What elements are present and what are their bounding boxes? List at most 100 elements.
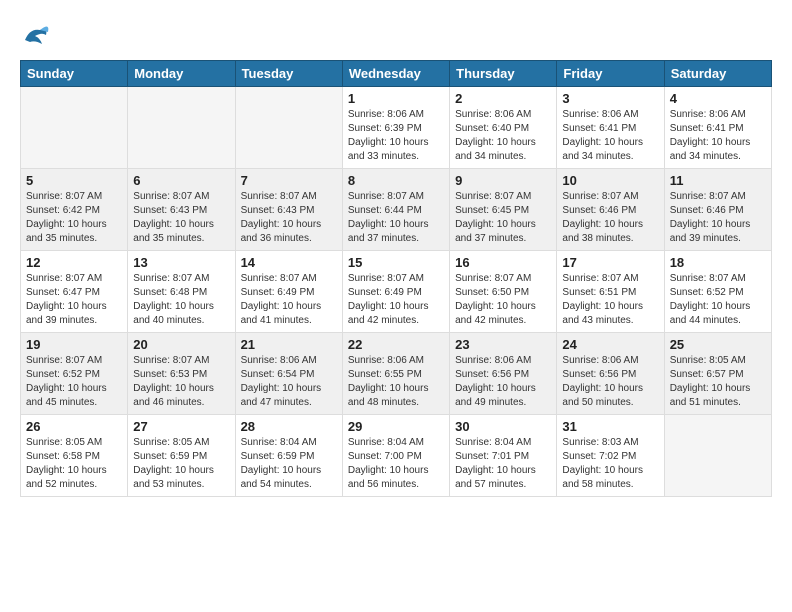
day-info: Sunrise: 8:05 AM Sunset: 6:59 PM Dayligh… (133, 436, 229, 492)
calendar-cell: 30 Sunrise: 8:04 AM Sunset: 7:01 PM Dayli… (450, 415, 557, 497)
calendar-week-4: 19 Sunrise: 8:07 AM Sunset: 6:52 PM Dayli… (21, 333, 772, 415)
day-info: Sunrise: 8:06 AM Sunset: 6:39 PM Dayligh… (348, 108, 444, 164)
calendar-cell: 10 Sunrise: 8:07 AM Sunset: 6:46 PM Dayli… (557, 169, 664, 251)
calendar-cell (664, 415, 771, 497)
day-info: Sunrise: 8:06 AM Sunset: 6:40 PM Dayligh… (455, 108, 551, 164)
day-number: 9 (455, 173, 551, 188)
day-number: 27 (133, 419, 229, 434)
day-info: Sunrise: 8:07 AM Sunset: 6:44 PM Dayligh… (348, 190, 444, 246)
calendar-cell: 23 Sunrise: 8:06 AM Sunset: 6:56 PM Dayli… (450, 333, 557, 415)
day-number: 30 (455, 419, 551, 434)
day-number: 14 (241, 255, 337, 270)
day-number: 25 (670, 337, 766, 352)
calendar-cell: 6Sunrise: 8:07 AM Sunset: 6:43 PM Daylig… (128, 169, 235, 251)
day-number: 31 (562, 419, 658, 434)
day-info: Sunrise: 8:07 AM Sunset: 6:42 PM Dayligh… (26, 190, 122, 246)
calendar-cell: 17Sunrise: 8:07 AM Sunset: 6:51 PM Dayli… (557, 251, 664, 333)
calendar-cell: 2 Sunrise: 8:06 AM Sunset: 6:40 PM Daylig… (450, 87, 557, 169)
day-number: 7 (241, 173, 337, 188)
weekday-header-thursday: Thursday (450, 61, 557, 87)
day-number: 8 (348, 173, 444, 188)
day-number: 28 (241, 419, 337, 434)
calendar-cell: 31Sunrise: 8:03 AM Sunset: 7:02 PM Dayli… (557, 415, 664, 497)
calendar-cell (235, 87, 342, 169)
day-number: 26 (26, 419, 122, 434)
weekday-header-friday: Friday (557, 61, 664, 87)
day-number: 22 (348, 337, 444, 352)
day-number: 20 (133, 337, 229, 352)
day-info: Sunrise: 8:06 AM Sunset: 6:41 PM Dayligh… (670, 108, 766, 164)
day-info: Sunrise: 8:04 AM Sunset: 7:00 PM Dayligh… (348, 436, 444, 492)
day-info: Sunrise: 8:07 AM Sunset: 6:49 PM Dayligh… (348, 272, 444, 328)
calendar-cell: 5Sunrise: 8:07 AM Sunset: 6:42 PM Daylig… (21, 169, 128, 251)
calendar-cell: 3 Sunrise: 8:06 AM Sunset: 6:41 PM Daylig… (557, 87, 664, 169)
weekday-header-sunday: Sunday (21, 61, 128, 87)
day-number: 6 (133, 173, 229, 188)
day-info: Sunrise: 8:06 AM Sunset: 6:54 PM Dayligh… (241, 354, 337, 410)
calendar-cell: 1 Sunrise: 8:06 AM Sunset: 6:39 PM Daylig… (342, 87, 449, 169)
day-info: Sunrise: 8:07 AM Sunset: 6:52 PM Dayligh… (26, 354, 122, 410)
weekday-header-row: SundayMondayTuesdayWednesdayThursdayFrid… (21, 61, 772, 87)
calendar-cell: 21Sunrise: 8:06 AM Sunset: 6:54 PM Dayli… (235, 333, 342, 415)
calendar-cell: 8 Sunrise: 8:07 AM Sunset: 6:44 PM Daylig… (342, 169, 449, 251)
weekday-header-tuesday: Tuesday (235, 61, 342, 87)
day-number: 19 (26, 337, 122, 352)
calendar-cell: 7 Sunrise: 8:07 AM Sunset: 6:43 PM Daylig… (235, 169, 342, 251)
weekday-header-monday: Monday (128, 61, 235, 87)
calendar-week-1: 1 Sunrise: 8:06 AM Sunset: 6:39 PM Daylig… (21, 87, 772, 169)
weekday-header-saturday: Saturday (664, 61, 771, 87)
calendar-cell: 27 Sunrise: 8:05 AM Sunset: 6:59 PM Dayli… (128, 415, 235, 497)
calendar-cell: 20Sunrise: 8:07 AM Sunset: 6:53 PM Dayli… (128, 333, 235, 415)
day-info: Sunrise: 8:05 AM Sunset: 6:57 PM Dayligh… (670, 354, 766, 410)
page-header (20, 20, 772, 50)
calendar-table: SundayMondayTuesdayWednesdayThursdayFrid… (20, 60, 772, 497)
day-number: 4 (670, 91, 766, 106)
day-number: 12 (26, 255, 122, 270)
calendar-cell: 29 Sunrise: 8:04 AM Sunset: 7:00 PM Dayli… (342, 415, 449, 497)
day-info: Sunrise: 8:07 AM Sunset: 6:49 PM Dayligh… (241, 272, 337, 328)
calendar-week-2: 5Sunrise: 8:07 AM Sunset: 6:42 PM Daylig… (21, 169, 772, 251)
day-info: Sunrise: 8:07 AM Sunset: 6:45 PM Dayligh… (455, 190, 551, 246)
calendar-cell: 18 Sunrise: 8:07 AM Sunset: 6:52 PM Dayli… (664, 251, 771, 333)
calendar-cell: 19 Sunrise: 8:07 AM Sunset: 6:52 PM Dayli… (21, 333, 128, 415)
day-number: 1 (348, 91, 444, 106)
day-info: Sunrise: 8:06 AM Sunset: 6:56 PM Dayligh… (562, 354, 658, 410)
calendar-cell: 15Sunrise: 8:07 AM Sunset: 6:49 PM Dayli… (342, 251, 449, 333)
day-info: Sunrise: 8:06 AM Sunset: 6:41 PM Dayligh… (562, 108, 658, 164)
day-number: 23 (455, 337, 551, 352)
day-info: Sunrise: 8:07 AM Sunset: 6:46 PM Dayligh… (562, 190, 658, 246)
day-info: Sunrise: 8:04 AM Sunset: 7:01 PM Dayligh… (455, 436, 551, 492)
day-number: 24 (562, 337, 658, 352)
day-info: Sunrise: 8:04 AM Sunset: 6:59 PM Dayligh… (241, 436, 337, 492)
day-info: Sunrise: 8:07 AM Sunset: 6:52 PM Dayligh… (670, 272, 766, 328)
day-number: 29 (348, 419, 444, 434)
calendar-cell: 12 Sunrise: 8:07 AM Sunset: 6:47 PM Dayli… (21, 251, 128, 333)
day-number: 2 (455, 91, 551, 106)
calendar-cell (128, 87, 235, 169)
calendar-cell: 22 Sunrise: 8:06 AM Sunset: 6:55 PM Dayli… (342, 333, 449, 415)
calendar-cell: 25 Sunrise: 8:05 AM Sunset: 6:57 PM Dayli… (664, 333, 771, 415)
day-number: 13 (133, 255, 229, 270)
day-info: Sunrise: 8:07 AM Sunset: 6:51 PM Dayligh… (562, 272, 658, 328)
logo (20, 20, 54, 50)
day-info: Sunrise: 8:07 AM Sunset: 6:46 PM Dayligh… (670, 190, 766, 246)
calendar-cell (21, 87, 128, 169)
calendar-cell: 26Sunrise: 8:05 AM Sunset: 6:58 PM Dayli… (21, 415, 128, 497)
logo-icon (20, 20, 50, 50)
calendar-week-3: 12 Sunrise: 8:07 AM Sunset: 6:47 PM Dayli… (21, 251, 772, 333)
calendar-week-5: 26Sunrise: 8:05 AM Sunset: 6:58 PM Dayli… (21, 415, 772, 497)
day-info: Sunrise: 8:06 AM Sunset: 6:55 PM Dayligh… (348, 354, 444, 410)
day-number: 16 (455, 255, 551, 270)
day-number: 11 (670, 173, 766, 188)
day-info: Sunrise: 8:07 AM Sunset: 6:48 PM Dayligh… (133, 272, 229, 328)
day-info: Sunrise: 8:06 AM Sunset: 6:56 PM Dayligh… (455, 354, 551, 410)
calendar-cell: 14 Sunrise: 8:07 AM Sunset: 6:49 PM Dayli… (235, 251, 342, 333)
day-number: 10 (562, 173, 658, 188)
calendar-cell: 24 Sunrise: 8:06 AM Sunset: 6:56 PM Dayli… (557, 333, 664, 415)
day-number: 18 (670, 255, 766, 270)
day-info: Sunrise: 8:07 AM Sunset: 6:47 PM Dayligh… (26, 272, 122, 328)
calendar-cell: 16Sunrise: 8:07 AM Sunset: 6:50 PM Dayli… (450, 251, 557, 333)
day-number: 3 (562, 91, 658, 106)
day-info: Sunrise: 8:07 AM Sunset: 6:43 PM Dayligh… (241, 190, 337, 246)
weekday-header-wednesday: Wednesday (342, 61, 449, 87)
